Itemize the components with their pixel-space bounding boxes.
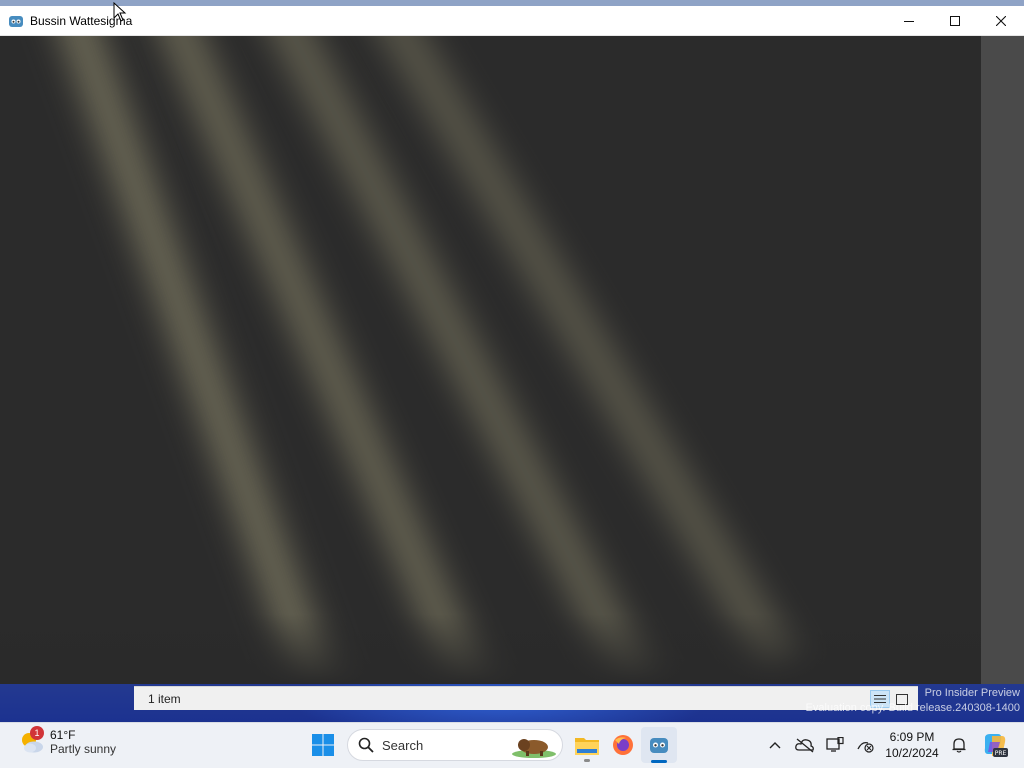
app-window: Bussin Wattesigma [0, 6, 1024, 684]
maximize-button[interactable] [932, 6, 978, 36]
watermark-line-1: Pro Insider Preview [924, 687, 1020, 699]
title-bar[interactable]: Bussin Wattesigma [0, 6, 1024, 36]
taskbar: 1 61°F Partly sunny Search 6:09 PM 10/2/… [0, 722, 1024, 768]
chevron-up-icon [769, 742, 781, 749]
explorer-status-bar: 1 item [134, 686, 918, 710]
onedrive-button[interactable] [790, 727, 820, 763]
firefox-icon [613, 735, 633, 755]
search-icon [358, 737, 374, 753]
godot-icon [650, 738, 668, 753]
close-icon [996, 16, 1006, 26]
network-disconnected-icon [857, 741, 874, 753]
monitor-icon [826, 737, 844, 752]
watermark-line-2: Evaluation copy. Build release.240308-14… [805, 702, 1020, 714]
minimize-button[interactable] [886, 6, 932, 36]
copilot-pre-label: PRE [995, 750, 1007, 757]
mouse-cursor-icon [113, 2, 127, 22]
close-button[interactable] [978, 6, 1024, 36]
network-button[interactable] [850, 727, 880, 763]
copilot-button[interactable]: PRE [978, 727, 1012, 763]
search-highlight-bison-icon [512, 739, 556, 758]
file-explorer-button[interactable] [569, 727, 605, 763]
system-tray: 6:09 PM 10/2/2024 PRE [760, 727, 1012, 763]
item-count: 1 item [148, 691, 181, 706]
weather-temperature: 61°F [50, 728, 76, 742]
godot-app-icon [8, 13, 24, 29]
clock-date: 10/2/2024 [885, 746, 939, 760]
cloud-offline-icon [795, 738, 814, 753]
clock[interactable]: 6:09 PM 10/2/2024 [880, 729, 944, 761]
window-right-strip [981, 36, 1024, 684]
weather-widget[interactable]: 1 61°F Partly sunny [18, 726, 116, 756]
app-viewport[interactable] [0, 36, 981, 684]
active-indicator [651, 760, 667, 763]
copilot-pre-icon: PRE [984, 734, 1008, 757]
minimize-icon [904, 21, 914, 22]
insider-watermark: Pro Insider Preview Evaluation copy. Bui… [806, 686, 1020, 716]
weather-alert-badge: 1 [30, 726, 44, 740]
folder-icon [575, 738, 599, 755]
weather-condition: Partly sunny [50, 742, 117, 756]
show-hidden-icons-button[interactable] [760, 727, 790, 763]
maximize-icon [950, 16, 960, 26]
running-indicator [584, 759, 590, 762]
partly-sunny-icon: 1 [18, 726, 46, 756]
display-button[interactable] [820, 727, 850, 763]
search-label: Search [382, 737, 424, 753]
bell-icon [952, 738, 966, 753]
viewport-bottom-fade [0, 614, 981, 684]
start-button[interactable] [305, 727, 341, 763]
godot-taskbar-button[interactable] [641, 727, 677, 763]
notifications-button[interactable] [944, 727, 974, 763]
taskbar-search[interactable]: Search [347, 729, 563, 761]
firefox-button[interactable] [605, 727, 641, 763]
weather-text: 61°F Partly sunny [50, 728, 116, 756]
window-controls [886, 6, 1024, 36]
clock-time: 6:09 PM [889, 730, 935, 744]
taskbar-apps: Search [305, 727, 677, 763]
windows-logo-icon [312, 734, 334, 756]
